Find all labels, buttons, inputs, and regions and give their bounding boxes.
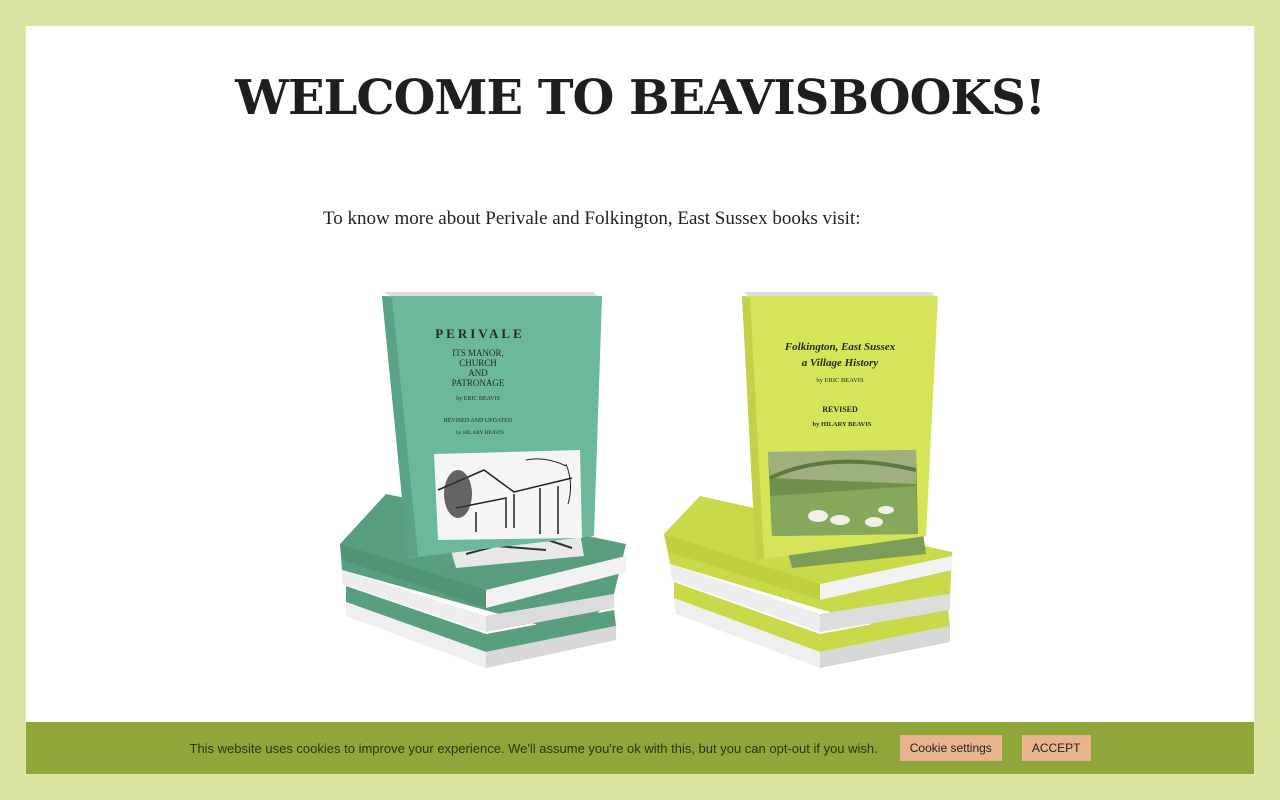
perivale-title-line-4: AND bbox=[468, 368, 488, 378]
cookie-settings-button[interactable]: Cookie settings bbox=[899, 735, 1002, 761]
cookie-consent-bar: This website uses cookies to improve you… bbox=[26, 722, 1254, 774]
perivale-title-line-3: CHURCH bbox=[459, 358, 497, 368]
accept-cookies-button[interactable]: ACCEPT bbox=[1021, 735, 1091, 761]
cookie-message: This website uses cookies to improve you… bbox=[189, 740, 878, 756]
folkington-revised: REVISED bbox=[822, 405, 858, 414]
folkington-reviser: by HILARY BEAVIS bbox=[812, 421, 871, 428]
perivale-title-line-1: PERIVALE bbox=[435, 326, 525, 341]
content-card: WELCOME TO BEAVISBOOKS! To know more abo… bbox=[26, 26, 1254, 774]
downs-sheep-photo bbox=[768, 450, 918, 536]
perivale-reviser: by HILARY BEAVIS bbox=[456, 430, 504, 436]
folkington-title-line-1: Folkington, East Sussex bbox=[784, 341, 896, 353]
perivale-title-line-2: ITS MANOR, bbox=[452, 348, 504, 358]
folkington-book-stack-image: Folkington, East Sussex a Village Histor… bbox=[664, 292, 952, 668]
folkington-book-link[interactable]: Folkington, East Sussex a Village Histor… bbox=[660, 264, 960, 684]
folkington-title-line-2: a Village History bbox=[802, 357, 879, 369]
folkington-author: by ERIC BEAVIS bbox=[816, 377, 864, 384]
perivale-book-stack-image: PERIVALE ITS MANOR, CHURCH AND PATRONAGE… bbox=[340, 292, 626, 668]
perivale-title-line-5: PATRONAGE bbox=[452, 378, 505, 388]
church-sketch-illustration bbox=[434, 450, 582, 540]
intro-text: To know more about Perivale and Folkingt… bbox=[323, 208, 861, 229]
page-title: WELCOME TO BEAVISBOOKS! bbox=[235, 70, 1046, 126]
perivale-book-link[interactable]: PERIVALE ITS MANOR, CHURCH AND PATRONAGE… bbox=[326, 264, 626, 684]
perivale-author: by ERIC BEAVIS bbox=[456, 396, 500, 402]
perivale-revised: REVISED AND UPDATED bbox=[444, 418, 513, 424]
